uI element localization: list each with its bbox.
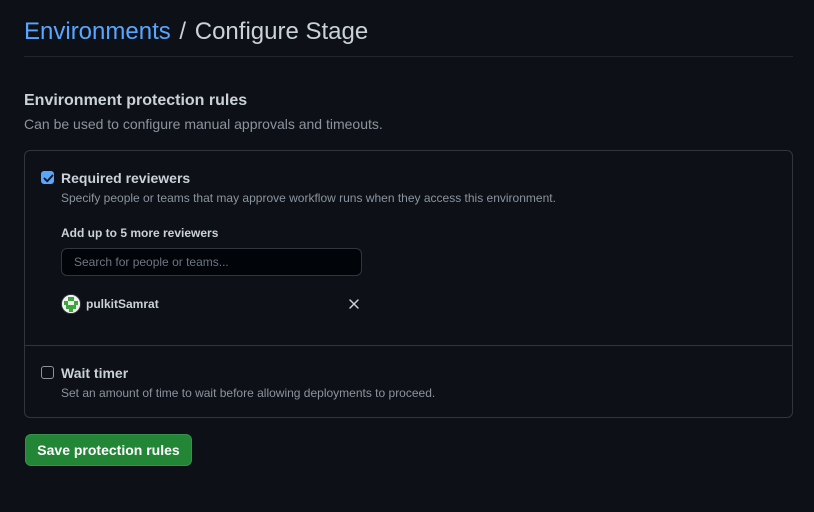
checkmark-icon bbox=[43, 174, 54, 183]
reviewer-item: pulkitSamrat bbox=[61, 294, 361, 316]
breadcrumb-separator: / bbox=[179, 18, 187, 45]
add-reviewers-label: Add up to 5 more reviewers bbox=[61, 226, 219, 240]
required-reviewers-help: Specify people or teams that may approve… bbox=[61, 191, 556, 205]
section-title: Environment protection rules bbox=[24, 92, 248, 109]
save-protection-rules-button[interactable]: Save protection rules bbox=[25, 434, 192, 466]
required-reviewers-rule: Required reviewers Specify people or tea… bbox=[25, 151, 792, 346]
page: Environments / Configure Stage Environme… bbox=[0, 0, 814, 512]
wait-timer-label[interactable]: Wait timer bbox=[61, 365, 128, 381]
protection-rules-box: Required reviewers Specify people or tea… bbox=[24, 150, 793, 418]
breadcrumb-environments-link[interactable]: Environments bbox=[24, 18, 171, 45]
page-title: Configure Stage bbox=[194, 18, 369, 45]
section-description: Can be used to configure manual approval… bbox=[24, 116, 383, 132]
wait-timer-help: Set an amount of time to wait before all… bbox=[61, 386, 436, 400]
wait-timer-rule: Wait timer Set an amount of time to wait… bbox=[25, 346, 792, 418]
page-header: Environments / Configure Stage bbox=[24, 16, 793, 57]
remove-reviewer-close-icon[interactable] bbox=[347, 297, 361, 311]
wait-timer-checkbox[interactable] bbox=[41, 366, 54, 379]
required-reviewers-checkbox[interactable] bbox=[41, 171, 54, 184]
reviewer-name: pulkitSamrat bbox=[86, 297, 159, 311]
reviewer-search-input[interactable] bbox=[61, 248, 362, 276]
required-reviewers-label[interactable]: Required reviewers bbox=[61, 170, 190, 186]
identicon-avatar bbox=[61, 294, 81, 314]
